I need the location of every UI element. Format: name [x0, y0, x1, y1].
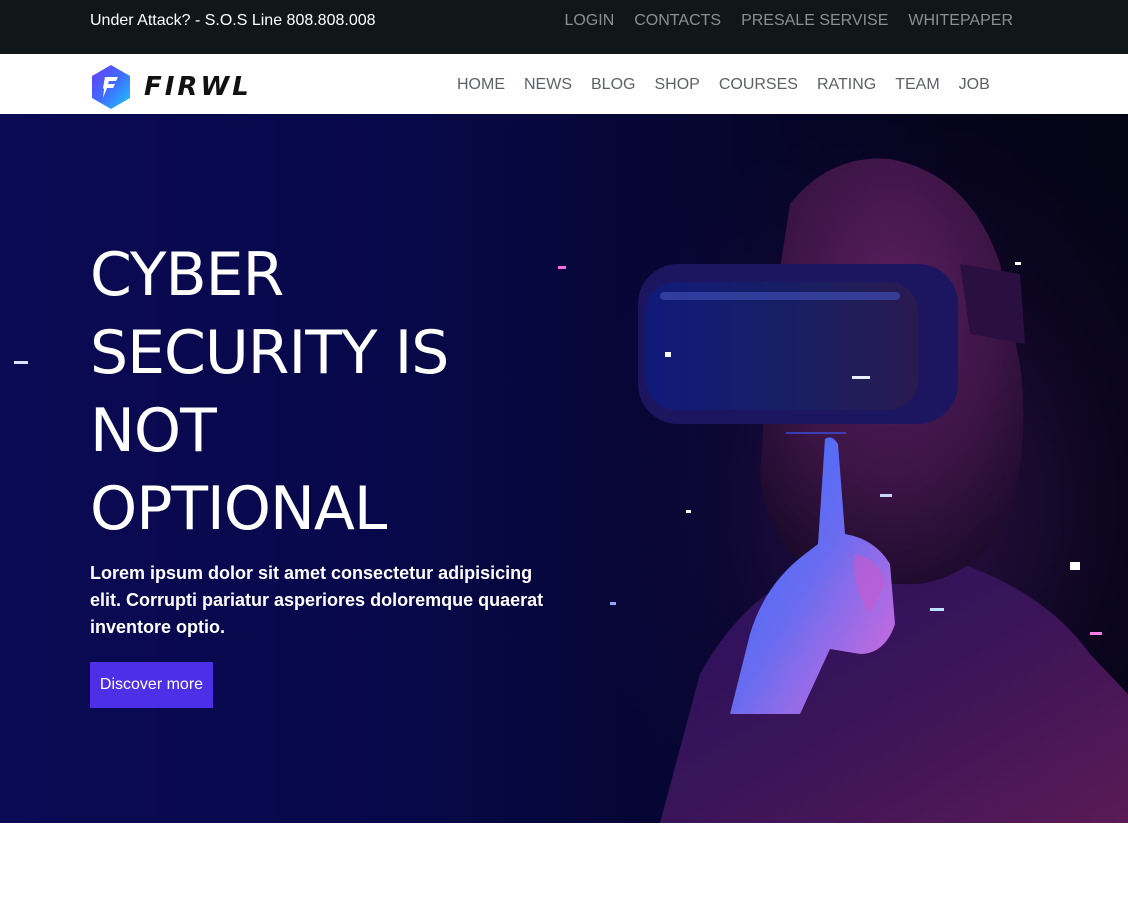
nav-news[interactable]: NEWS: [524, 76, 572, 94]
presale-service-link[interactable]: PRESALE SERVISE: [741, 12, 888, 30]
logo[interactable]: FIRWL: [90, 64, 252, 110]
logo-hexagon-icon: [92, 65, 130, 109]
main-navbar: FIRWL HOME NEWS BLOG SHOP COURSES RATING…: [0, 54, 1128, 114]
nav-blog[interactable]: BLOG: [591, 76, 635, 94]
glitch-spark: [14, 361, 28, 364]
hero-title: CYBER SECURITY IS NOT OPTIONAL: [90, 240, 449, 544]
glitch-spark: [1070, 562, 1080, 570]
top-bar: Under Attack? - S.O.S Line 808.808.008 L…: [0, 0, 1128, 54]
brand-name: FIRWL: [144, 72, 252, 102]
nav-shop[interactable]: SHOP: [654, 76, 699, 94]
nav-job[interactable]: JOB: [959, 76, 990, 94]
glitch-spark: [665, 352, 671, 357]
nav-home[interactable]: HOME: [457, 76, 505, 94]
glitch-spark: [852, 376, 870, 379]
nav-team[interactable]: TEAM: [895, 76, 939, 94]
glitch-spark: [1015, 262, 1021, 265]
glitch-spark: [930, 608, 944, 611]
vr-headset-person-image: [638, 158, 1128, 823]
glitch-spark: [880, 494, 892, 497]
glitch-spark: [558, 266, 566, 269]
glitch-spark: [1090, 632, 1102, 635]
whitepaper-link[interactable]: WHITEPAPER: [908, 12, 1013, 30]
glitch-spark: [786, 432, 846, 434]
top-links: LOGIN CONTACTS PRESALE SERVISE WHITEPAPE…: [564, 12, 1013, 30]
contacts-link[interactable]: CONTACTS: [634, 12, 721, 30]
hero-lead-text: Lorem ipsum dolor sit amet consectetur a…: [90, 563, 544, 637]
main-menu: HOME NEWS BLOG SHOP COURSES RATING TEAM …: [457, 76, 990, 94]
sos-line-text: Under Attack? - S.O.S Line 808.808.008: [90, 12, 376, 29]
glitch-spark: [686, 510, 691, 513]
discover-more-button[interactable]: Discover more: [90, 662, 213, 708]
nav-courses[interactable]: COURSES: [719, 76, 798, 94]
hero-section: CYBER SECURITY IS NOT OPTIONAL Lorem ips…: [0, 114, 1128, 823]
login-link[interactable]: LOGIN: [564, 12, 614, 30]
nav-rating[interactable]: RATING: [817, 76, 876, 94]
glitch-spark: [610, 602, 616, 605]
